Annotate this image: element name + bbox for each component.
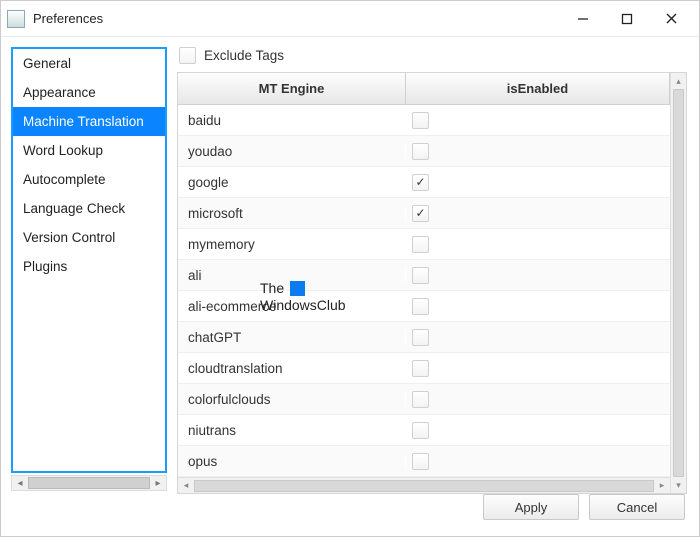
engine-name: niutrans	[178, 423, 406, 438]
sidebar-item-general[interactable]: General	[13, 49, 165, 78]
engine-name: ali-ecommerce	[178, 299, 406, 314]
enabled-checkbox[interactable]	[412, 391, 429, 408]
enabled-checkbox[interactable]	[412, 143, 429, 160]
scroll-right-icon[interactable]: ▸	[150, 478, 166, 489]
enabled-checkbox[interactable]	[412, 329, 429, 346]
sidebar-item-appearance[interactable]: Appearance	[13, 78, 165, 107]
enabled-cell	[406, 329, 670, 346]
enabled-cell	[406, 143, 670, 160]
enabled-cell	[406, 453, 670, 470]
exclude-tags-checkbox[interactable]	[179, 47, 196, 64]
sidebar-hscrollbar[interactable]: ◂ ▸	[11, 475, 167, 491]
table-row[interactable]: niutrans	[178, 415, 670, 446]
enabled-cell	[406, 422, 670, 439]
sidebar-item-word-lookup[interactable]: Word Lookup	[13, 136, 165, 165]
enabled-checkbox[interactable]: ✓	[412, 174, 429, 191]
table-row[interactable]: microsoft ✓	[178, 198, 670, 229]
sidebar-item-version-control[interactable]: Version Control	[13, 223, 165, 252]
enabled-cell	[406, 236, 670, 253]
engine-name: google	[178, 175, 406, 190]
table-row[interactable]: mymemory	[178, 229, 670, 260]
app-icon	[7, 10, 25, 28]
scroll-thumb[interactable]	[194, 480, 654, 492]
sidebar-item-machine-translation[interactable]: Machine Translation	[13, 107, 165, 136]
engine-name: mymemory	[178, 237, 406, 252]
enabled-cell	[406, 391, 670, 408]
table-row[interactable]: chatGPT	[178, 322, 670, 353]
dialog-footer: Apply Cancel	[1, 497, 699, 527]
sidebar-item-plugins[interactable]: Plugins	[13, 252, 165, 281]
apply-button[interactable]: Apply	[483, 494, 579, 520]
exclude-tags-label: Exclude Tags	[204, 48, 284, 63]
engine-name: chatGPT	[178, 330, 406, 345]
enabled-cell: ✓	[406, 174, 670, 191]
engine-name: colorfulclouds	[178, 392, 406, 407]
close-button[interactable]	[649, 4, 693, 34]
table-row[interactable]: ali-ecommerce	[178, 291, 670, 322]
column-mt-engine[interactable]: MT Engine	[178, 73, 406, 104]
enabled-cell: ✓	[406, 205, 670, 222]
engine-name: ali	[178, 268, 406, 283]
enabled-cell	[406, 112, 670, 129]
enabled-checkbox[interactable]: ✓	[412, 205, 429, 222]
table-hscrollbar[interactable]: ◂ ▸	[178, 477, 670, 493]
enabled-checkbox[interactable]	[412, 267, 429, 284]
table-row[interactable]: cloudtranslation	[178, 353, 670, 384]
exclude-tags-row: Exclude Tags	[177, 47, 687, 64]
category-list[interactable]: GeneralAppearanceMachine TranslationWord…	[11, 47, 167, 473]
table-vscrollbar[interactable]: ▴ ▾	[670, 73, 686, 493]
cancel-button[interactable]: Cancel	[589, 494, 685, 520]
maximize-button[interactable]	[605, 4, 649, 34]
engine-name: baidu	[178, 113, 406, 128]
table-row[interactable]: youdao	[178, 136, 670, 167]
minimize-button[interactable]	[561, 4, 605, 34]
column-isenabled[interactable]: isEnabled	[406, 73, 670, 104]
scroll-down-icon[interactable]: ▾	[671, 477, 686, 493]
scroll-right-icon[interactable]: ▸	[654, 480, 670, 491]
enabled-checkbox[interactable]	[412, 298, 429, 315]
engine-name: cloudtranslation	[178, 361, 406, 376]
engine-name: youdao	[178, 144, 406, 159]
table-row[interactable]: opus	[178, 446, 670, 477]
enabled-cell	[406, 267, 670, 284]
enabled-cell	[406, 360, 670, 377]
enabled-cell	[406, 298, 670, 315]
table-row[interactable]: colorfulclouds	[178, 384, 670, 415]
table-row[interactable]: baidu	[178, 105, 670, 136]
enabled-checkbox[interactable]	[412, 453, 429, 470]
scroll-thumb[interactable]	[673, 89, 684, 477]
scroll-left-icon[interactable]: ◂	[178, 480, 194, 491]
enabled-checkbox[interactable]	[412, 236, 429, 253]
table-row[interactable]: ali	[178, 260, 670, 291]
enabled-checkbox[interactable]	[412, 422, 429, 439]
sidebar-item-language-check[interactable]: Language Check	[13, 194, 165, 223]
mt-engine-table: MT Engine isEnabled baiduyoudaogoogle✓mi…	[177, 72, 687, 494]
window-title: Preferences	[33, 11, 103, 26]
sidebar-item-autocomplete[interactable]: Autocomplete	[13, 165, 165, 194]
table-header: MT Engine isEnabled	[178, 73, 670, 105]
scroll-left-icon[interactable]: ◂	[12, 478, 28, 489]
titlebar: Preferences	[1, 1, 699, 37]
engine-name: opus	[178, 454, 406, 469]
enabled-checkbox[interactable]	[412, 112, 429, 129]
engine-name: microsoft	[178, 206, 406, 221]
scroll-up-icon[interactable]: ▴	[671, 73, 686, 89]
scroll-thumb[interactable]	[28, 477, 150, 489]
enabled-checkbox[interactable]	[412, 360, 429, 377]
table-row[interactable]: google ✓	[178, 167, 670, 198]
